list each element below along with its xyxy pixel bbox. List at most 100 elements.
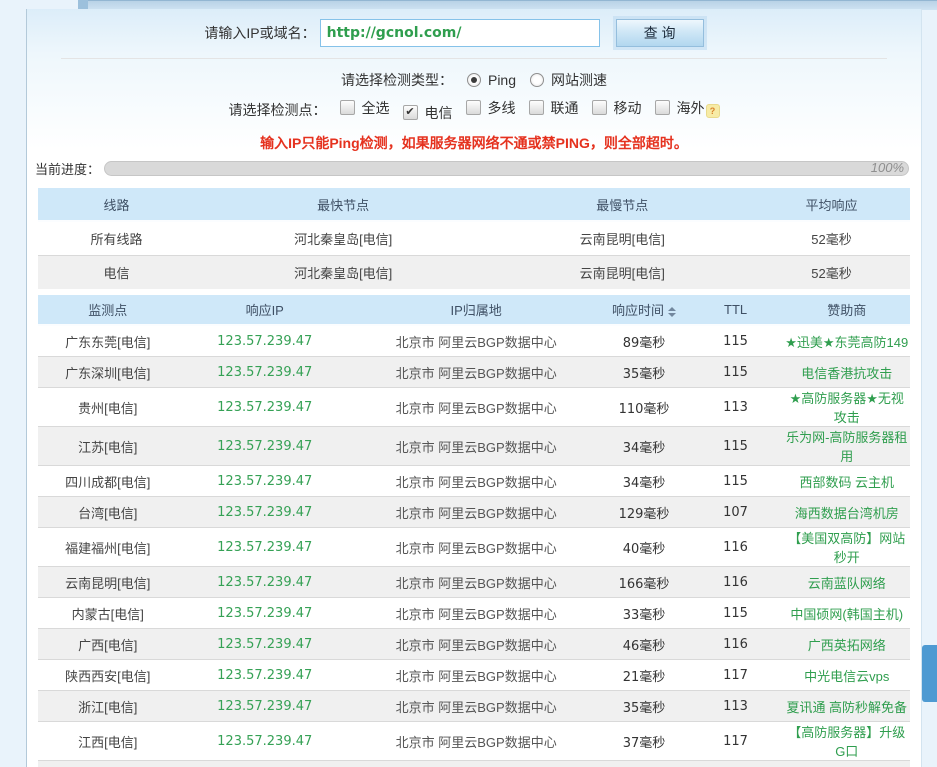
sponsor-link[interactable]: 【高防服务器】升级G口 [788, 725, 905, 759]
summary-row: 所有线路河北秦皇岛[电信]云南昆明[电信]52毫秒 [38, 221, 910, 256]
cell-sponsor: 电信香港抗攻击 [784, 357, 910, 388]
radio-option[interactable]: 网站测速 [530, 70, 607, 90]
sponsor-link[interactable]: ★高防服务器★无视攻击 [790, 391, 904, 425]
sponsor-link[interactable]: 中国硕网(韩国主机) [790, 607, 903, 622]
result-header-cell: 赞助商 [784, 295, 910, 325]
sponsor-link[interactable]: 海西数据台湾机房 [795, 506, 899, 521]
table-row: 广东东莞[电信]123.57.239.47北京市 阿里云BGP数据中心89毫秒1… [38, 325, 910, 357]
result-header-label: 监测点 [88, 303, 127, 318]
cell-location: 浙江[电信] [38, 691, 178, 722]
cell-response-time: 34毫秒 [600, 466, 687, 497]
check-option[interactable]: 全选 [340, 98, 390, 118]
cell-ip-geo: 北京市 阿里云BGP数据中心 [352, 761, 601, 767]
checkbox-label: 多线 [488, 98, 516, 118]
sort-icon[interactable] [668, 307, 676, 317]
summary-header-cell: 最慢节点 [491, 188, 753, 221]
cell-ip-geo: 北京市 阿里云BGP数据中心 [352, 598, 601, 629]
cell-sponsor: 【高防服务器】升级G口 [784, 722, 910, 761]
checkbox-icon[interactable] [529, 100, 544, 115]
table-row: 四川成都[电信]123.57.239.47北京市 阿里云BGP数据中心34毫秒1… [38, 466, 910, 497]
test-points-row: 请选择检测点： 全选 ✔电信 多线 联通移动海外? [27, 100, 921, 120]
check-option[interactable]: ✔电信 [403, 103, 453, 123]
check-option[interactable]: 移动 [592, 98, 642, 118]
cell-ttl: 116 [688, 567, 784, 598]
cell-response-time: 33毫秒 [600, 598, 687, 629]
cell-sponsor: 海西数据台湾机房 [784, 497, 910, 528]
test-point-options: 全选 ✔电信 多线 联通移动海外? [327, 98, 720, 123]
sponsor-link[interactable]: 【美国双高防】网站秒开 [788, 531, 905, 565]
cell-ttl: 115 [688, 427, 784, 466]
checkbox-icon[interactable] [340, 100, 355, 115]
cell-response-ip: 123.57.239.47 [178, 528, 352, 567]
cell-ttl: 107 [688, 497, 784, 528]
progress-percent: 100% [871, 160, 904, 176]
radio-option[interactable]: Ping [467, 72, 516, 88]
result-header-cell: IP归属地 [352, 295, 601, 325]
check-option[interactable]: 海外? [655, 98, 720, 118]
cell-location: 福建福州[电信] [38, 528, 178, 567]
search-row: 请输入IP或域名： 查 询 [26, 17, 921, 49]
checkbox-icon[interactable] [592, 100, 607, 115]
summary-cell: 河北秦皇岛[电信] [195, 256, 491, 290]
checkbox-icon[interactable] [655, 100, 670, 115]
cell-response-ip: 123.57.239.47 [178, 761, 352, 767]
test-points-label: 请选择检测点： [229, 100, 327, 120]
cell-response-ip: 123.57.239.47 [178, 357, 352, 388]
cell-ttl: 115 [688, 466, 784, 497]
cell-response-time: 21毫秒 [600, 660, 687, 691]
cell-location: 台湾[电信] [38, 497, 178, 528]
result-header-cell[interactable]: 响应时间 [600, 295, 687, 325]
check-option[interactable]: 联通 [529, 98, 579, 118]
summary-row: 电信河北秦皇岛[电信]云南昆明[电信]52毫秒 [38, 256, 910, 290]
table-row: 内蒙古[电信]123.57.239.47北京市 阿里云BGP数据中心33毫秒11… [38, 598, 910, 629]
sponsor-link[interactable]: 电信香港抗攻击 [801, 366, 892, 381]
sponsor-link[interactable]: 夏讯通 高防秒解免备 [786, 700, 907, 715]
warning-text: 输入IP只能Ping检测，如果服务器网络不通或禁PING，则全部超时。 [27, 133, 921, 149]
cell-location: 广东深圳[电信] [38, 357, 178, 388]
result-header-cell: 响应IP [178, 295, 352, 325]
table-row: 江西[电信]123.57.239.47北京市 阿里云BGP数据中心37毫秒117… [38, 722, 910, 761]
cell-sponsor: 【湖南高防】开UDP [784, 761, 910, 767]
table-row: 广西[电信]123.57.239.47北京市 阿里云BGP数据中心46毫秒116… [38, 629, 910, 660]
cell-ip-geo: 北京市 阿里云BGP数据中心 [352, 466, 601, 497]
table-row: 广东深圳[电信]123.57.239.47北京市 阿里云BGP数据中心35毫秒1… [38, 357, 910, 388]
summary-header-cell: 平均响应 [753, 188, 910, 221]
sponsor-link[interactable]: 广西英拓网络 [808, 638, 886, 653]
summary-cell: 52毫秒 [753, 221, 910, 256]
test-type-label: 请选择检测类型： [341, 70, 453, 90]
sponsor-link[interactable]: 乐为网-高防服务器租用 [786, 430, 907, 464]
query-button[interactable]: 查 询 [616, 19, 704, 47]
cell-sponsor: 乐为网-高防服务器租用 [784, 427, 910, 466]
cell-ttl: 117 [688, 722, 784, 761]
help-icon[interactable]: ? [706, 104, 720, 118]
cell-ip-geo: 北京市 阿里云BGP数据中心 [352, 691, 601, 722]
result-header-label: IP归属地 [451, 303, 502, 318]
checkbox-icon[interactable] [466, 100, 481, 115]
cell-ip-geo: 北京市 阿里云BGP数据中心 [352, 388, 601, 427]
radio-selected-icon[interactable] [467, 73, 481, 87]
check-option[interactable]: 多线 [466, 98, 516, 118]
sponsor-link[interactable]: ★迅美★东莞高防149 [785, 335, 908, 350]
radio-icon[interactable] [530, 73, 544, 87]
cell-response-ip: 123.57.239.47 [178, 567, 352, 598]
sponsor-link[interactable]: 西部数码 云主机 [799, 475, 894, 490]
cell-response-time: 46毫秒 [600, 629, 687, 660]
side-float-widget[interactable] [922, 645, 937, 702]
cell-response-ip: 123.57.239.47 [178, 660, 352, 691]
sponsor-link[interactable]: 中光电信云vps [804, 669, 889, 684]
summary-cell: 52毫秒 [753, 256, 910, 290]
checkbox-checked-icon[interactable]: ✔ [403, 105, 418, 120]
cell-sponsor: 夏讯通 高防秒解免备 [784, 691, 910, 722]
cell-location: 广东东莞[电信] [38, 325, 178, 357]
cell-response-time: 89毫秒 [600, 325, 687, 357]
checkbox-label: 全选 [362, 98, 390, 118]
checkbox-label: 联通 [551, 98, 579, 118]
cell-response-ip: 123.57.239.47 [178, 722, 352, 761]
cell-response-time: 35毫秒 [600, 357, 687, 388]
summary-cell: 所有线路 [38, 221, 195, 256]
cell-location: 湖南[电信] [38, 761, 178, 767]
cell-ttl: 115 [688, 325, 784, 357]
summary-header-cell: 最快节点 [195, 188, 491, 221]
url-input[interactable] [320, 19, 600, 47]
sponsor-link[interactable]: 云南蓝队网络 [808, 576, 886, 591]
